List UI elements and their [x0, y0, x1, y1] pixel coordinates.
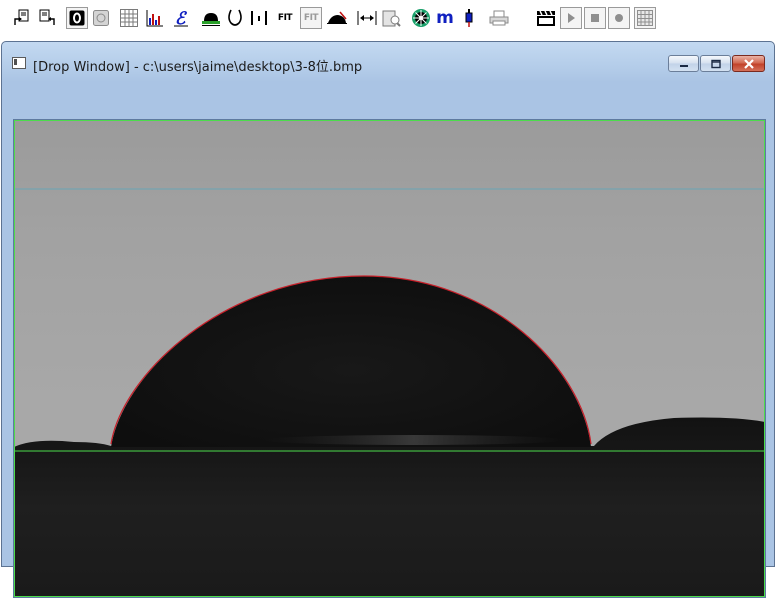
sessile-drop-icon — [202, 13, 220, 26]
drop-window: [Drop Window] - c:\users\jaime\desktop\3… — [1, 41, 775, 598]
baseline-icon — [357, 11, 377, 25]
video-icon — [69, 10, 85, 26]
target-icon — [412, 9, 430, 27]
printer-icon — [489, 10, 509, 26]
minimize-button[interactable] — [668, 55, 699, 72]
drop-image — [14, 120, 765, 597]
close-icon — [743, 58, 754, 69]
main-toolbar: ℰ FIT FIT m — [0, 0, 776, 38]
freeze-icon — [93, 10, 109, 26]
pendant-drop-icon — [228, 9, 242, 26]
fit-button[interactable]: FIT — [274, 7, 296, 29]
restore-button[interactable] — [700, 55, 731, 72]
window-icon — [12, 57, 26, 69]
sessile-drop-button[interactable] — [200, 7, 222, 29]
needle-button[interactable] — [248, 7, 270, 29]
record-button[interactable] — [608, 7, 630, 29]
minimize-icon — [679, 64, 688, 67]
needle-icon — [251, 11, 267, 25]
baseline-button[interactable] — [356, 7, 378, 29]
window-title: [Drop Window] - c:\users\jaime\desktop\3… — [33, 60, 363, 75]
grid-button[interactable] — [634, 7, 656, 29]
drop-reflection — [264, 435, 564, 445]
tilt-button[interactable] — [326, 7, 348, 29]
save-icon — [39, 9, 55, 25]
auto-measure-button[interactable] — [410, 7, 432, 29]
open-icon — [14, 9, 29, 25]
bar-chart-icon — [146, 10, 163, 27]
data-table-button[interactable] — [118, 7, 140, 29]
script-e-icon: ℰ — [174, 9, 188, 28]
open-image-button[interactable] — [12, 7, 34, 29]
live-video-button[interactable] — [66, 7, 88, 29]
calibrate-button[interactable]: ℰ — [170, 7, 192, 29]
play-button[interactable] — [560, 7, 582, 29]
fit-label: FIT — [277, 13, 293, 23]
analyze-button[interactable] — [380, 7, 402, 29]
title-bar[interactable]: [Drop Window] - c:\users\jaime\desktop\3… — [2, 42, 774, 76]
fit-all-label: FIT — [303, 13, 319, 23]
syringe-icon — [465, 9, 473, 27]
stop-button[interactable] — [584, 7, 606, 29]
pendant-drop-button[interactable] — [224, 7, 246, 29]
tilt-drop-icon — [327, 11, 347, 24]
graph-button[interactable] — [144, 7, 166, 29]
grid-icon — [637, 10, 653, 26]
freeze-button[interactable] — [90, 7, 112, 29]
stop-icon — [591, 14, 599, 22]
clapperboard-icon — [537, 10, 555, 26]
svg-text:ℰ: ℰ — [175, 9, 188, 28]
syringe-button[interactable] — [458, 7, 480, 29]
save-image-button[interactable] — [36, 7, 58, 29]
print-button[interactable] — [488, 7, 510, 29]
analyze-icon — [382, 10, 401, 27]
movie-button[interactable] — [535, 7, 557, 29]
play-icon — [568, 13, 575, 23]
m-button[interactable]: m — [434, 7, 456, 29]
restore-icon — [710, 59, 721, 68]
table-icon — [120, 9, 138, 27]
m-label: m — [436, 7, 454, 28]
fit-all-button[interactable]: FIT — [300, 7, 322, 29]
record-icon — [615, 14, 623, 22]
close-button[interactable] — [732, 55, 765, 72]
drop-image-view[interactable] — [13, 119, 766, 598]
